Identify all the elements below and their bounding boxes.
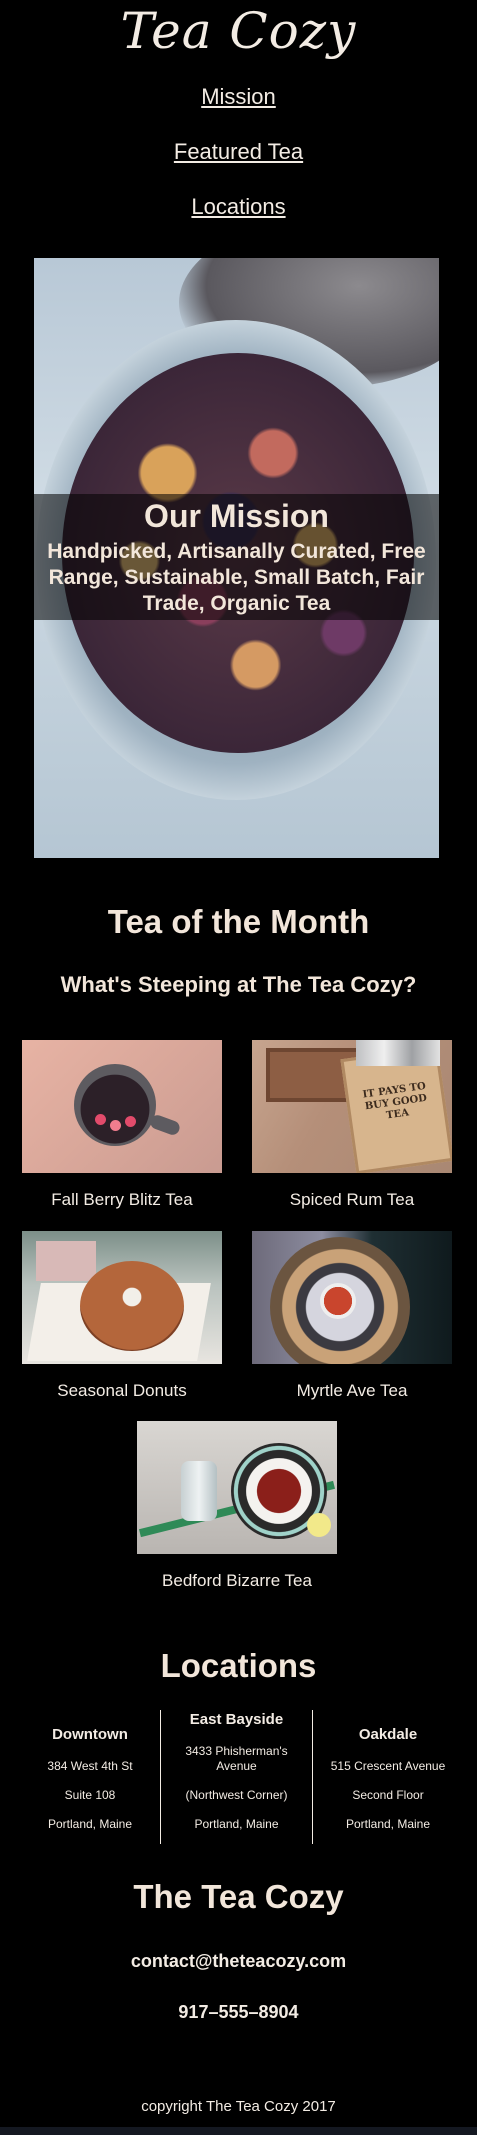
tea-card-myrtle-ave[interactable]: Myrtle Ave Tea (252, 1231, 452, 1401)
location-line: 515 Crescent Avenue (330, 1759, 446, 1773)
location-line: 3433 Phisherman's Avenue (185, 1744, 288, 1773)
cup-handle (148, 1113, 182, 1137)
berry (125, 1116, 136, 1127)
nav-link-locations[interactable]: Locations (191, 194, 285, 219)
tea-card-spiced-rum[interactable]: IT PAYS TO BUY GOOD TEA Spiced Rum Tea (252, 1040, 452, 1210)
berry (95, 1114, 106, 1125)
glass-jar (181, 1461, 217, 1521)
location-line: Suite 108 (64, 1788, 116, 1802)
tea-card-fall-berry-blitz[interactable]: Fall Berry Blitz Tea (22, 1040, 222, 1210)
main-nav: Mission Featured Tea Locations (0, 84, 477, 249)
page-bottom-bar (0, 2127, 477, 2135)
mission-overlay: Our Mission Handpicked, Artisanally Cura… (34, 494, 439, 620)
spiced-rum-image: IT PAYS TO BUY GOOD TEA (252, 1040, 452, 1173)
myrtle-ave-image (252, 1231, 452, 1364)
tea-box-label: IT PAYS TO BUY GOOD TEA (362, 1080, 428, 1122)
foil-wrapping (356, 1040, 440, 1066)
tea-name: Seasonal Donuts (57, 1381, 187, 1400)
location-name: East Bayside (189, 1711, 284, 1728)
footer-heading: The Tea Cozy (133, 1878, 344, 1915)
nav-link-featured-tea[interactable]: Featured Tea (174, 139, 303, 164)
location-line: 384 West 4th St (47, 1759, 133, 1773)
tea-name: Myrtle Ave Tea (296, 1381, 408, 1400)
tea-name: Bedford Bizarre Tea (162, 1571, 312, 1590)
location-oakdale: Oakdale 515 Crescent Avenue Second Floor… (313, 1726, 463, 1846)
lemon-slice (307, 1513, 331, 1537)
mission-heading: Our Mission (144, 498, 329, 534)
contact-email-link[interactable]: contact@theteacozy.com (0, 1951, 477, 1972)
tea-card-bedford-bizarre[interactable]: Bedford Bizarre Tea (137, 1421, 337, 1591)
tea-name: Fall Berry Blitz Tea (51, 1190, 193, 1209)
mission-text: Handpicked, Artisanally Curated, Free Ra… (47, 540, 426, 615)
tea-cup-icon (74, 1064, 156, 1146)
berry (110, 1120, 121, 1131)
location-line: Portland, Maine (194, 1817, 279, 1831)
copyright-text: copyright The Tea Cozy 2017 (141, 2098, 336, 2115)
location-east-bayside: East Bayside 3433 Phisherman's Avenue (N… (161, 1711, 312, 1846)
tea-of-month-heading: Tea of the Month (107, 903, 370, 940)
logo[interactable]: Tea Cozy (0, 0, 477, 64)
tea-cup (320, 1283, 356, 1319)
locations-heading: Locations (160, 1647, 317, 1684)
location-line: (Northwest Corner) (185, 1788, 288, 1802)
menu-card (36, 1241, 96, 1281)
tea-of-month-subheading: What's Steeping at The Tea Cozy? (60, 972, 417, 997)
location-name: Oakdale (358, 1726, 418, 1743)
location-downtown: Downtown 384 West 4th St Suite 108 Portl… (15, 1726, 165, 1846)
nav-link-mission[interactable]: Mission (201, 84, 276, 109)
contact-phone-link[interactable]: 917–555–8904 (0, 2002, 477, 2023)
location-name: Downtown (52, 1726, 128, 1743)
mission-section: Our Mission Handpicked, Artisanally Cura… (34, 258, 439, 858)
location-line: Second Floor (352, 1788, 424, 1802)
header: Tea Cozy Mission Featured Tea Locations (0, 0, 477, 249)
fall-berry-blitz-image (22, 1040, 222, 1173)
location-line: Portland, Maine (47, 1817, 133, 1831)
bedford-bizarre-image (137, 1421, 337, 1554)
location-line: Portland, Maine (345, 1817, 431, 1831)
seasonal-donuts-image (22, 1231, 222, 1364)
tea-name: Spiced Rum Tea (289, 1190, 415, 1209)
donut (80, 1261, 184, 1351)
tea-card-seasonal-donuts[interactable]: Seasonal Donuts (22, 1231, 222, 1401)
